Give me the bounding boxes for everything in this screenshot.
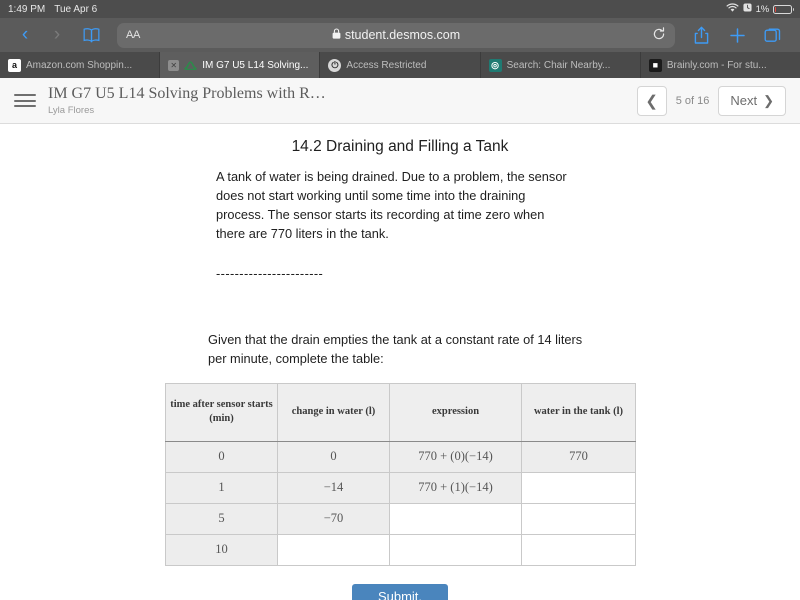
table-header-row: time after sensor starts (min) change in… <box>165 382 636 442</box>
column-header-expression: expression <box>389 382 522 442</box>
cell-change-empty[interactable] <box>277 533 390 566</box>
page-indicator: 5 of 16 <box>675 94 710 107</box>
address-bar[interactable]: AA student.desmos.com <box>117 22 675 48</box>
header-titles: IM G7 U5 L14 Solving Problems with R… Ly… <box>48 85 326 115</box>
previous-page-button[interactable]: ❮ <box>636 85 667 116</box>
close-icon[interactable]: ✕ <box>168 59 180 71</box>
table-row: 5 −70 <box>165 502 636 535</box>
cell-water[interactable]: 770 <box>521 440 636 473</box>
url-text: student.desmos.com <box>344 28 461 42</box>
problem-statement: A tank of water is being drained. Due to… <box>216 169 567 241</box>
status-bar-left: 1:49 PM Tue Apr 6 <box>8 4 97 15</box>
tab-label: Access Restricted <box>346 59 427 71</box>
cell-change[interactable]: −70 <box>277 502 390 535</box>
status-bar-date: Tue Apr 6 <box>54 3 98 15</box>
tab-label: Brainly.com - For stu... <box>666 59 767 71</box>
column-header-water: water in the tank (l) <box>521 382 636 442</box>
cell-time[interactable]: 0 <box>165 440 278 473</box>
reload-icon[interactable] <box>652 26 666 44</box>
table-row: 1 −14 770 + (1)(−14) <box>165 471 636 504</box>
bookmarks-icon[interactable] <box>74 27 108 43</box>
status-bar-right: 1% <box>726 2 794 16</box>
page-title: IM G7 U5 L14 Solving Problems with R… <box>48 85 326 103</box>
column-header-change: change in water (l) <box>277 382 390 442</box>
next-page-button[interactable]: Next ❯ <box>718 85 786 116</box>
table-row: 0 0 770 + (0)(−14) 770 <box>165 440 636 473</box>
cell-time[interactable]: 10 <box>165 533 278 566</box>
slide-content: 14.2 Draining and Filling a Tank A tank … <box>0 138 800 600</box>
wifi-icon <box>726 2 739 16</box>
desmos-icon <box>184 59 198 72</box>
tab-strip: a Amazon.com Shoppin... ✕ IM G7 U5 L14 S… <box>0 52 800 78</box>
cell-time[interactable]: 1 <box>165 471 278 504</box>
browser-toolbar: ‹ › AA student.desmos.com <box>0 18 800 52</box>
task-instruction: Given that the drain empties the tank at… <box>208 331 583 366</box>
cell-time[interactable]: 5 <box>165 502 278 535</box>
submit-button[interactable]: Submit. <box>351 583 449 600</box>
cell-water-empty[interactable] <box>521 533 636 566</box>
chevron-right-icon: ❯ <box>763 92 774 108</box>
cell-change[interactable]: −14 <box>277 471 390 504</box>
plus-icon[interactable] <box>720 21 754 49</box>
back-icon[interactable]: ‹ <box>10 21 40 49</box>
battery-low-icon <box>773 4 794 14</box>
browser-tab-search[interactable]: ◎ Search: Chair Nearby... <box>481 52 641 78</box>
tab-label: IM G7 U5 L14 Solving... <box>202 59 309 71</box>
browser-tab-desmos[interactable]: ✕ IM G7 U5 L14 Solving... <box>160 52 321 78</box>
lesson-header: IM G7 U5 L14 Solving Problems with R… Ly… <box>0 78 800 124</box>
hamburger-menu-icon[interactable] <box>14 94 36 107</box>
next-page-label: Next <box>730 93 758 108</box>
browser-tab-access-restricted[interactable]: ⏻ Access Restricted <box>320 52 481 78</box>
tabs-icon[interactable] <box>756 21 790 49</box>
battery-percent: 1% <box>755 3 770 15</box>
browser-tab-amazon[interactable]: a Amazon.com Shoppin... <box>0 52 161 78</box>
power-icon: ⏻ <box>328 58 342 72</box>
table-row: 10 <box>165 533 636 566</box>
answer-table: time after sensor starts (min) change in… <box>165 382 636 566</box>
answer-table-wrapper: time after sensor starts (min) change in… <box>165 382 636 566</box>
cell-water-empty[interactable] <box>521 502 636 535</box>
browser-tab-brainly[interactable]: ■ Brainly.com - For stu... <box>641 52 800 78</box>
forward-icon: › <box>53 24 61 45</box>
cell-expression[interactable]: 770 + (1)(−14) <box>389 471 522 504</box>
ios-status-bar: 1:49 PM Tue Apr 6 1% <box>0 0 800 18</box>
tab-label: Search: Chair Nearby... <box>506 59 611 71</box>
brainly-icon: ■ <box>648 58 662 72</box>
address-bar-content: student.desmos.com <box>117 28 675 42</box>
cell-expression[interactable]: 770 + (0)(−14) <box>389 440 522 473</box>
dashed-divider: ----------------------- <box>216 265 324 281</box>
status-bar-time: 1:49 PM <box>8 3 46 15</box>
cell-expression-empty[interactable] <box>389 533 522 566</box>
column-header-time: time after sensor starts (min) <box>165 382 278 442</box>
amazon-icon: a <box>8 58 21 72</box>
alarm-clock-icon <box>743 3 752 15</box>
student-name: Lyla Flores <box>48 104 95 116</box>
lock-icon <box>332 28 341 42</box>
text-size-button[interactable]: AA <box>126 29 140 41</box>
slide-title: 14.2 Draining and Filling a Tank <box>291 138 509 155</box>
share-icon[interactable] <box>684 21 718 49</box>
pagination-controls: ❮ 5 of 16 Next ❯ <box>636 85 786 116</box>
search-engine-icon: ◎ <box>488 58 502 72</box>
cell-expression-empty[interactable] <box>389 502 522 535</box>
submit-row: Submit. <box>0 583 800 600</box>
cell-water-empty[interactable] <box>521 471 636 504</box>
tab-label: Amazon.com Shoppin... <box>26 59 133 71</box>
cell-change[interactable]: 0 <box>277 440 390 473</box>
